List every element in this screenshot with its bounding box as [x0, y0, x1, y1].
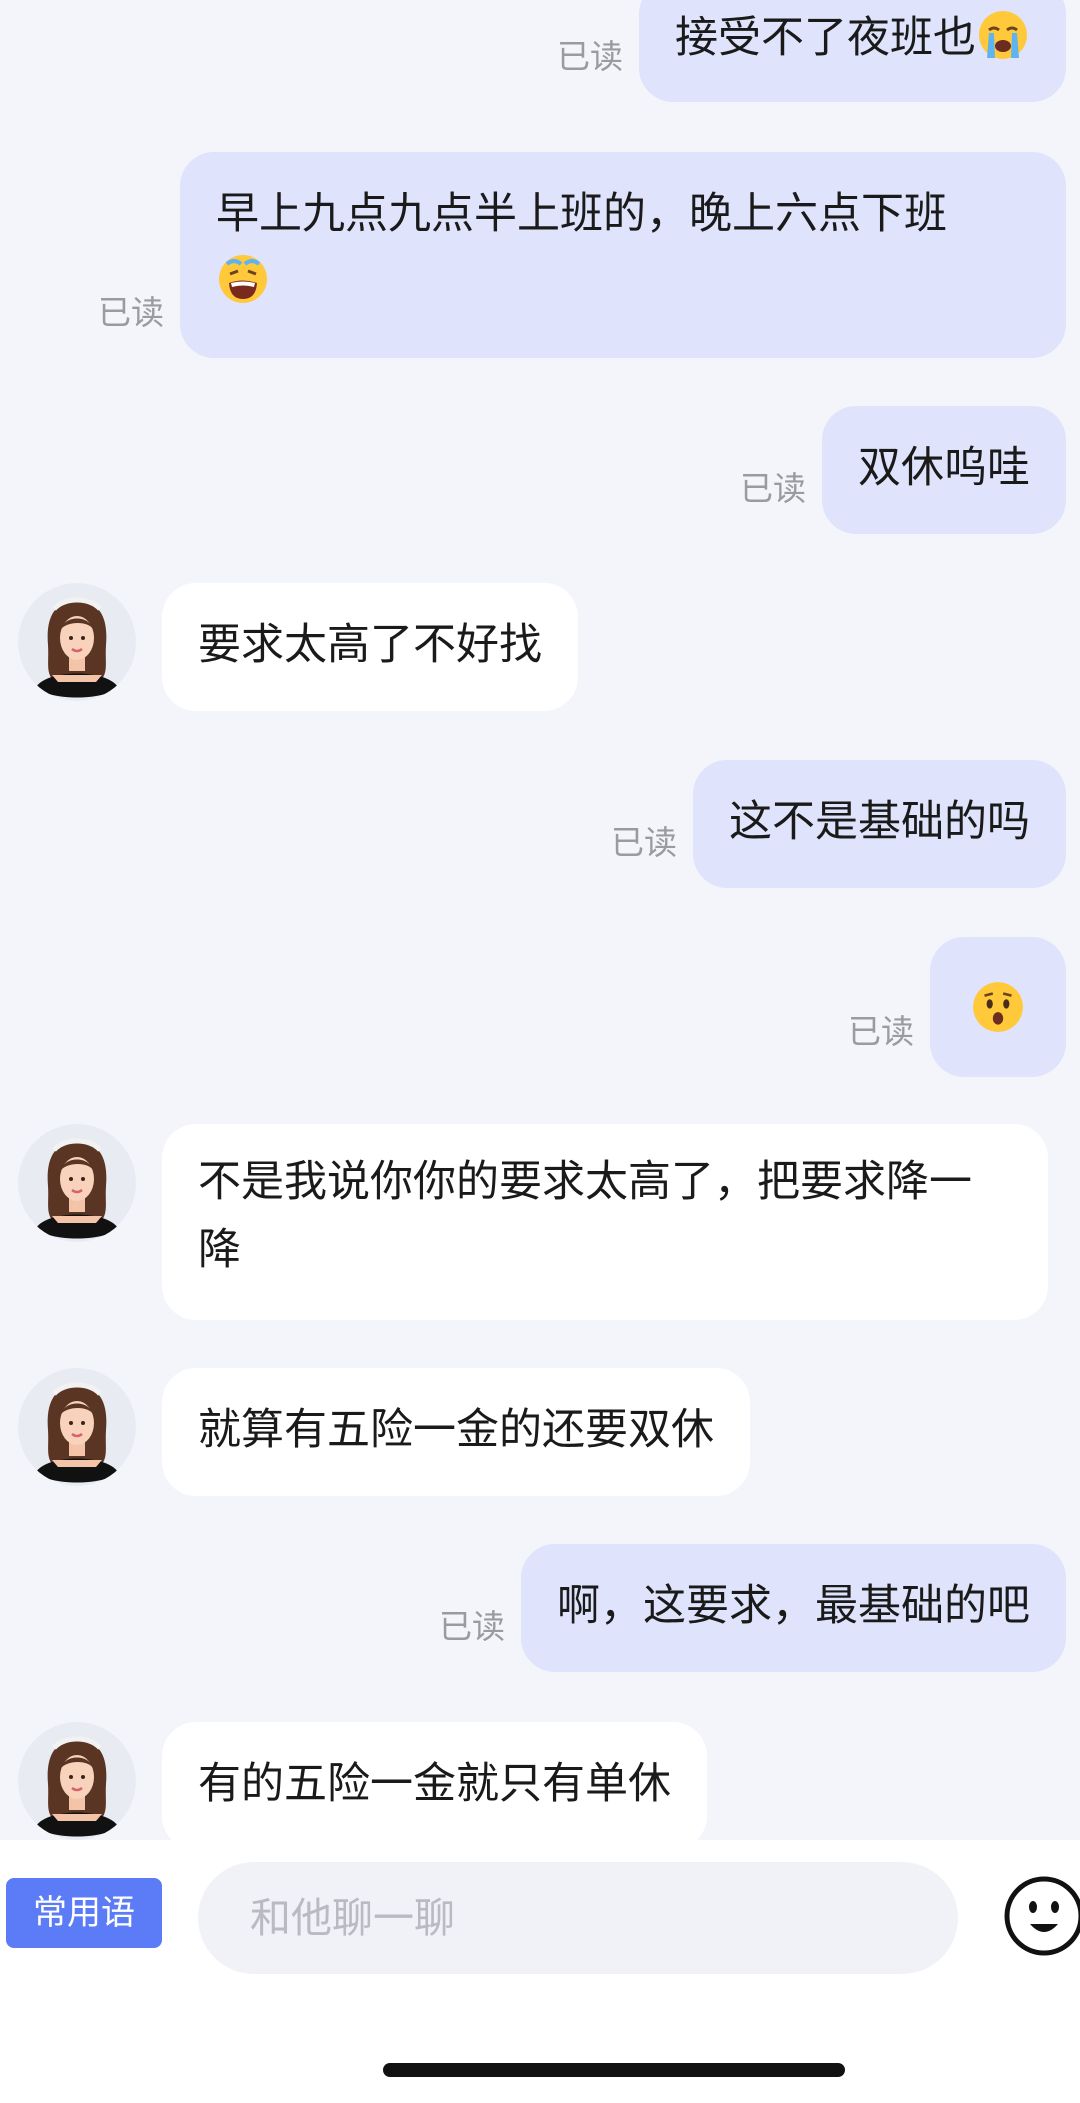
message-text: 这不是基础的吗 [729, 797, 1030, 847]
read-status: 已读 [557, 37, 623, 76]
message-received: 要求太高了不好找 [162, 583, 578, 711]
message-sent: 已读 早上九点九点半上班的，晚上六点下班 [98, 152, 1066, 358]
read-status: 已读 [848, 1012, 914, 1051]
read-status: 已读 [98, 293, 164, 332]
message-bubble[interactable]: 要求太高了不好找 [162, 583, 578, 711]
home-indicator [383, 2063, 845, 2077]
message-text: 要求太高了不好找 [198, 620, 542, 670]
message-sent: 已读 接受不了夜班也 [557, 0, 1066, 102]
read-status: 已读 [740, 469, 806, 508]
common-phrases-button[interactable]: 常用语 [6, 1878, 162, 1948]
contact-avatar[interactable] [18, 1368, 136, 1486]
input-bar: 常用语 [0, 1840, 1080, 2103]
tired-face-icon [216, 252, 270, 306]
message-bubble[interactable]: 有的五险一金就只有单休 [162, 1722, 707, 1840]
message-text: 早上九点九点半上班的，晚上六点下班 [216, 189, 947, 239]
message-input[interactable] [198, 1862, 958, 1974]
message-sent: 已读 [848, 937, 1066, 1077]
message-bubble[interactable]: 双休呜哇 [822, 406, 1066, 534]
contact-avatar[interactable] [18, 1124, 136, 1242]
message-received: 有的五险一金就只有单休 [162, 1722, 707, 1840]
chat-message-list[interactable]: 已读 接受不了夜班也 已读 早上九点九点半上班的，晚上六点下班 已读 双休呜哇 … [0, 0, 1080, 1840]
read-status: 已读 [611, 823, 677, 862]
message-bubble[interactable]: 早上九点九点半上班的，晚上六点下班 [180, 152, 1066, 358]
message-bubble[interactable]: 不是我说你你的要求太高了，把要求降一降 [162, 1124, 1048, 1320]
message-bubble[interactable]: 接受不了夜班也 [639, 0, 1066, 102]
message-text: 不是我说你你的要求太高了，把要求降一降 [198, 1157, 972, 1275]
loudly-crying-face-icon [976, 8, 1030, 62]
contact-avatar[interactable] [18, 583, 136, 701]
contact-avatar[interactable] [18, 1722, 136, 1840]
message-sent: 已读 双休呜哇 [740, 406, 1066, 534]
hushed-face-icon [970, 979, 1026, 1035]
smiley-face-icon [1004, 1876, 1080, 1956]
message-text: 双休呜哇 [858, 443, 1030, 493]
message-text: 啊，这要求，最基础的吧 [557, 1581, 1030, 1631]
message-bubble[interactable]: 啊，这要求，最基础的吧 [521, 1544, 1066, 1672]
message-text: 就算有五险一金的还要双休 [198, 1405, 714, 1455]
message-bubble[interactable] [930, 937, 1066, 1077]
message-sent: 已读 这不是基础的吗 [611, 760, 1066, 888]
message-received: 不是我说你你的要求太高了，把要求降一降 [162, 1124, 1048, 1320]
message-bubble[interactable]: 就算有五险一金的还要双休 [162, 1368, 750, 1496]
message-text: 有的五险一金就只有单休 [198, 1759, 671, 1809]
read-status: 已读 [439, 1607, 505, 1646]
message-sent: 已读 啊，这要求，最基础的吧 [439, 1544, 1066, 1672]
message-received: 就算有五险一金的还要双休 [162, 1368, 750, 1496]
message-bubble[interactable]: 这不是基础的吗 [693, 760, 1066, 888]
emoji-button[interactable] [1002, 1874, 1080, 1958]
message-text: 接受不了夜班也 [675, 13, 976, 63]
